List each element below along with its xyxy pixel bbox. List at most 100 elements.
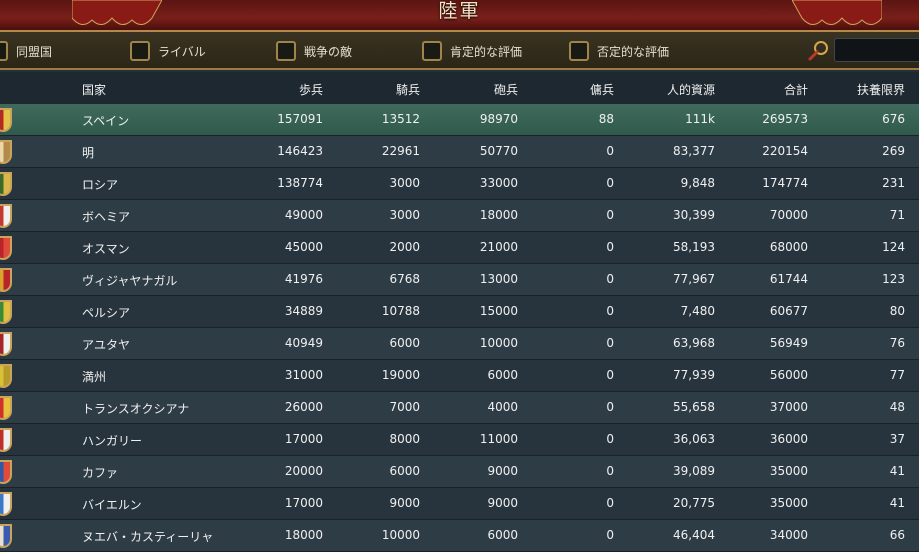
cell-artillery: 4000 [487, 400, 518, 414]
table-header: 国家 歩兵 騎兵 砲兵 傭兵 人的資源 合計 扶養限界 [0, 72, 919, 105]
country-flag-icon[interactable] [0, 492, 12, 516]
country-flag-icon[interactable] [0, 236, 12, 260]
cell-country[interactable]: 明 [82, 144, 94, 161]
cell-country[interactable]: トランスオクシアナ [82, 400, 189, 417]
cell-infantry: 26000 [284, 400, 323, 414]
country-flag-icon[interactable] [0, 172, 12, 196]
cell-manpower: 7,480 [680, 304, 715, 318]
cell-artillery: 98970 [479, 112, 518, 126]
table-row[interactable]: 明 146423 22961 50770 0 83,377 220154 269 [0, 136, 919, 168]
table-row[interactable]: オスマン 45000 2000 21000 0 58,193 68000 124 [0, 232, 919, 264]
cell-manpower: 9,848 [680, 176, 715, 190]
column-header-infantry[interactable]: 歩兵 [299, 81, 323, 98]
cell-artillery: 9000 [487, 464, 518, 478]
cell-country[interactable]: 満州 [82, 368, 106, 385]
cell-total: 56949 [769, 336, 808, 350]
cell-mercenaries: 0 [606, 432, 614, 446]
country-flag-icon[interactable] [0, 460, 12, 484]
country-flag-icon[interactable] [0, 300, 12, 324]
cell-infantry: 41976 [284, 272, 323, 286]
cell-infantry: 45000 [284, 240, 323, 254]
table-row[interactable]: ロシア 138774 3000 33000 0 9,848 174774 231 [0, 168, 919, 200]
cell-country[interactable]: オスマン [82, 240, 130, 257]
table-row[interactable]: カファ 20000 6000 9000 0 39,089 35000 41 [0, 456, 919, 488]
cell-mercenaries: 0 [606, 336, 614, 350]
title-bar: 陸軍 [0, 0, 919, 32]
country-flag-icon[interactable] [0, 268, 12, 292]
war-enemies-checkbox[interactable] [276, 41, 296, 61]
cell-total: 35000 [769, 464, 808, 478]
cell-country[interactable]: スペイン [82, 112, 129, 129]
cell-country[interactable]: ヌエバ・カスティーリャ [82, 528, 213, 545]
cell-mercenaries: 0 [606, 144, 614, 158]
rivals-checkbox[interactable] [130, 41, 150, 61]
table-row[interactable]: ヌエバ・カスティーリャ 18000 10000 6000 0 46,404 34000 66 [0, 520, 919, 552]
negative-opinion-checkbox[interactable] [569, 41, 589, 61]
cell-total: 56000 [769, 368, 808, 382]
cell-country[interactable]: ハンガリー [82, 432, 142, 449]
column-header-mercenaries[interactable]: 傭兵 [590, 81, 614, 98]
cell-country[interactable]: ヴィジャヤナガル [82, 272, 177, 289]
cell-manpower: 63,968 [673, 336, 715, 350]
cell-manpower: 46,404 [673, 528, 715, 542]
curtain-ornament-right [792, 0, 882, 25]
cell-cavalry: 6000 [389, 336, 420, 350]
column-header-manpower[interactable]: 人的資源 [667, 81, 715, 98]
cell-manpower: 36,063 [673, 432, 715, 446]
column-header-force-limit[interactable]: 扶養限界 [857, 81, 905, 98]
cell-force-limit: 124 [882, 240, 905, 254]
table-row[interactable]: アユタヤ 40949 6000 10000 0 63,968 56949 76 [0, 328, 919, 360]
country-flag-icon[interactable] [0, 108, 12, 132]
column-header-country[interactable]: 国家 [82, 81, 106, 98]
country-flag-icon[interactable] [0, 524, 12, 548]
window-title: 陸軍 [438, 0, 481, 22]
allies-checkbox[interactable] [0, 41, 8, 61]
cell-total: 35000 [769, 496, 808, 510]
country-flag-icon[interactable] [0, 140, 12, 164]
cell-country[interactable]: カファ [82, 464, 118, 481]
positive-opinion-checkbox[interactable] [422, 41, 442, 61]
country-flag-icon[interactable] [0, 332, 12, 356]
table-row[interactable]: 満州 31000 19000 6000 0 77,939 56000 77 [0, 360, 919, 392]
cell-force-limit: 41 [889, 496, 905, 510]
cell-artillery: 50770 [479, 144, 518, 158]
cell-infantry: 18000 [284, 528, 323, 542]
table-row[interactable]: ハンガリー 17000 8000 11000 0 36,063 36000 37 [0, 424, 919, 456]
cell-manpower: 58,193 [673, 240, 715, 254]
cell-total: 174774 [762, 176, 808, 190]
cell-infantry: 157091 [277, 112, 323, 126]
cell-force-limit: 41 [889, 464, 905, 478]
country-flag-icon[interactable] [0, 204, 12, 228]
filter-negative-opinion[interactable]: 否定的な評価 [569, 40, 669, 62]
cell-cavalry: 19000 [381, 368, 420, 382]
table-row[interactable]: ペルシア 34889 10788 15000 0 7,480 60677 80 [0, 296, 919, 328]
table-row[interactable]: ヴィジャヤナガル 41976 6768 13000 0 77,967 61744 123 [0, 264, 919, 296]
filter-rivals[interactable]: ライバル [130, 40, 206, 62]
search-input[interactable] [834, 38, 919, 62]
search-icon[interactable] [808, 40, 830, 62]
table-row[interactable]: トランスオクシアナ 26000 7000 4000 0 55,658 37000 48 [0, 392, 919, 424]
country-flag-icon[interactable] [0, 364, 12, 388]
cell-artillery: 33000 [479, 176, 518, 190]
cell-artillery: 18000 [479, 208, 518, 222]
cell-country[interactable]: バイエルン [82, 496, 142, 513]
cell-manpower: 39,089 [673, 464, 715, 478]
filter-allies[interactable]: 同盟国 [0, 40, 52, 62]
table-row[interactable]: ボヘミア 49000 3000 18000 0 30,399 70000 71 [0, 200, 919, 232]
country-flag-icon[interactable] [0, 396, 12, 420]
table-row[interactable]: スペイン 157091 13512 98970 88 111k 269573 676 [0, 104, 919, 136]
column-header-total[interactable]: 合計 [784, 81, 808, 98]
filter-positive-opinion[interactable]: 肯定的な評価 [422, 40, 522, 62]
country-flag-icon[interactable] [0, 428, 12, 452]
cell-country[interactable]: ペルシア [82, 304, 130, 321]
filter-war-enemies[interactable]: 戦争の敵 [276, 40, 352, 62]
cell-force-limit: 77 [889, 368, 905, 382]
column-header-artillery[interactable]: 砲兵 [494, 81, 518, 98]
cell-country[interactable]: アユタヤ [82, 336, 130, 353]
table-row[interactable]: バイエルン 17000 9000 9000 0 20,775 35000 41 [0, 488, 919, 520]
column-header-cavalry[interactable]: 騎兵 [396, 81, 420, 98]
cell-mercenaries: 0 [606, 304, 614, 318]
cell-country[interactable]: ボヘミア [82, 208, 130, 225]
filter-label-allies: 同盟国 [16, 44, 53, 59]
cell-country[interactable]: ロシア [82, 176, 118, 193]
